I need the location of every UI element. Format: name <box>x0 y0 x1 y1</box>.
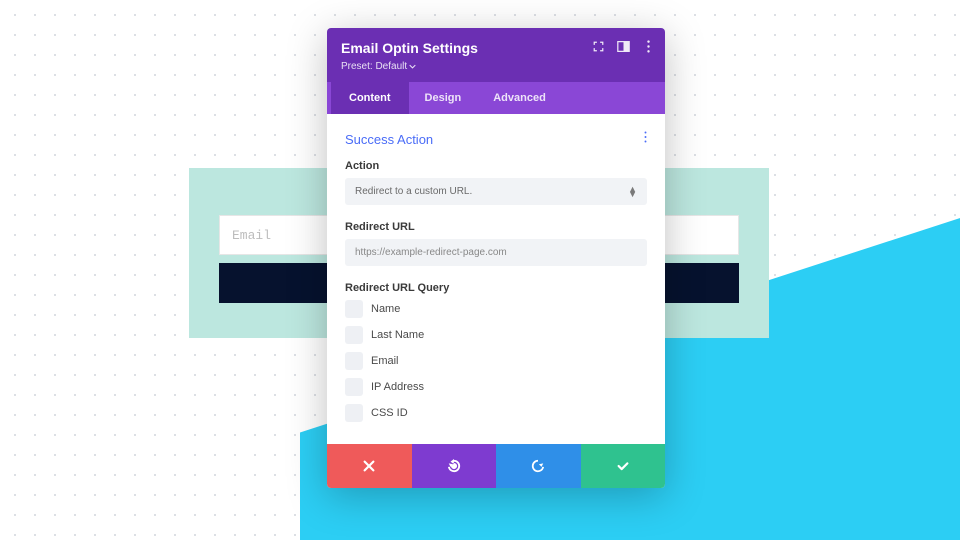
select-updown-icon: ▲▼ <box>628 187 637 197</box>
redirect-url-input[interactable] <box>345 239 647 266</box>
check-ip-row[interactable]: IP Address <box>345 378 647 396</box>
redirect-url-label: Redirect URL <box>345 221 647 233</box>
checkbox-cssid[interactable] <box>345 404 363 422</box>
checkbox-name-label: Name <box>371 303 400 315</box>
checkbox-lastname-label: Last Name <box>371 329 424 341</box>
check-lastname-row[interactable]: Last Name <box>345 326 647 344</box>
redo-button[interactable] <box>496 444 581 488</box>
action-label: Action <box>345 160 647 172</box>
checkbox-cssid-label: CSS ID <box>371 407 408 419</box>
tab-content[interactable]: Content <box>331 82 409 114</box>
check-icon <box>616 459 630 473</box>
checkbox-lastname[interactable] <box>345 326 363 344</box>
save-button[interactable] <box>581 444 666 488</box>
check-name-row[interactable]: Name <box>345 300 647 318</box>
checkbox-name[interactable] <box>345 300 363 318</box>
expand-icon[interactable] <box>592 40 605 58</box>
action-select[interactable]: Redirect to a custom URL. ▲▼ <box>345 178 647 205</box>
check-email-row[interactable]: Email <box>345 352 647 370</box>
checkbox-ip-label: IP Address <box>371 381 424 393</box>
undo-button[interactable] <box>412 444 497 488</box>
chevron-down-icon <box>409 63 416 70</box>
email-placeholder: Email <box>232 228 271 243</box>
settings-modal: Email Optin Settings Preset: Default Con… <box>327 28 665 488</box>
preset-dropdown[interactable]: Preset: Default <box>341 61 416 72</box>
close-icon <box>362 459 376 473</box>
action-select-value: Redirect to a custom URL. <box>355 186 472 197</box>
tab-advanced[interactable]: Advanced <box>477 82 562 114</box>
undo-icon <box>447 459 461 473</box>
section-kebab-icon[interactable] <box>644 130 647 148</box>
kebab-icon[interactable] <box>642 40 655 58</box>
checkbox-ip[interactable] <box>345 378 363 396</box>
preset-label: Preset: Default <box>341 61 407 72</box>
snap-icon[interactable] <box>617 40 630 58</box>
section-title[interactable]: Success Action <box>345 132 433 147</box>
cancel-button[interactable] <box>327 444 412 488</box>
tab-design[interactable]: Design <box>409 82 478 114</box>
modal-body: Success Action Action Redirect to a cust… <box>327 114 665 444</box>
modal-header: Email Optin Settings Preset: Default <box>327 28 665 82</box>
checkbox-email-label: Email <box>371 355 399 367</box>
redirect-query-label: Redirect URL Query <box>345 282 647 294</box>
redo-icon <box>531 459 545 473</box>
check-cssid-row[interactable]: CSS ID <box>345 404 647 422</box>
tab-bar: Content Design Advanced <box>327 82 665 114</box>
modal-footer <box>327 444 665 488</box>
checkbox-email[interactable] <box>345 352 363 370</box>
